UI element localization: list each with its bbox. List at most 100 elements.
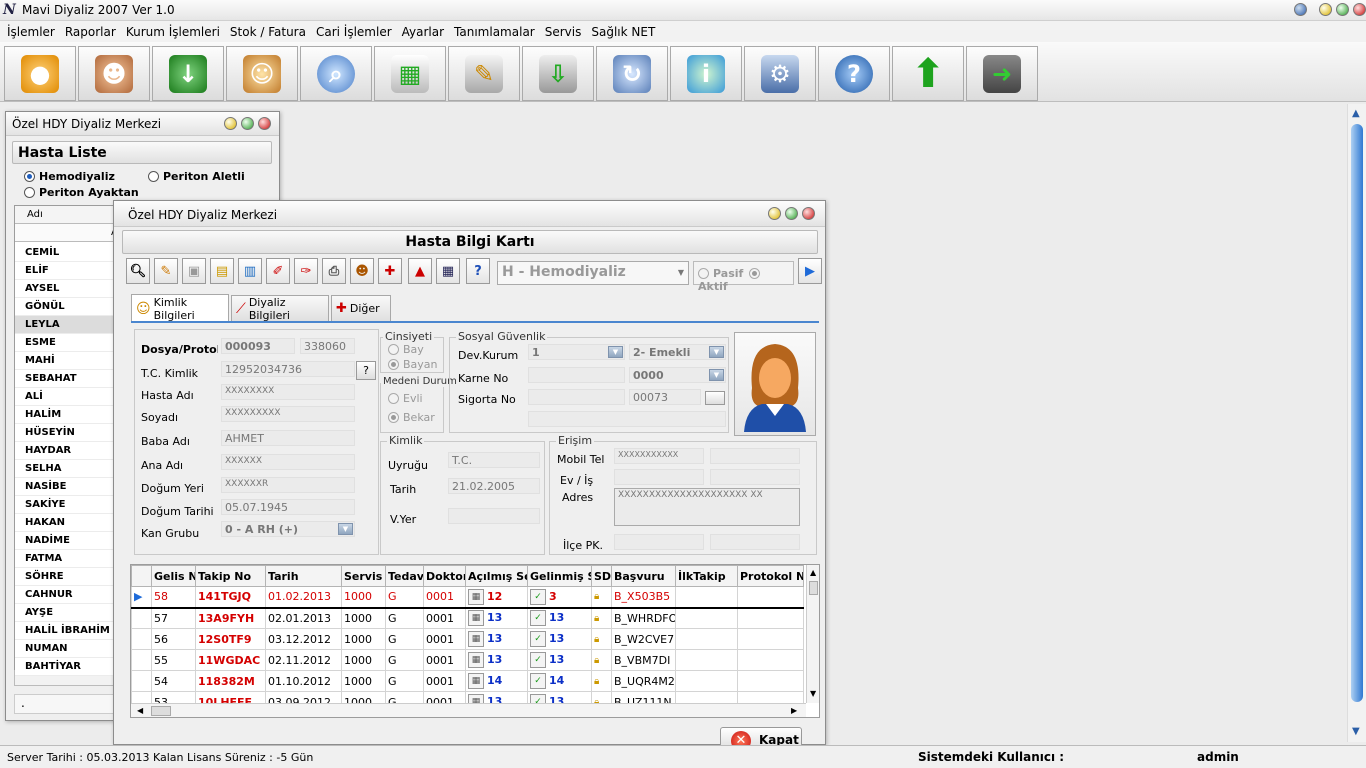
patient-list-row[interactable]: LEYLA: [15, 316, 119, 334]
cell-doktor[interactable]: 0001: [423, 670, 466, 692]
patient-list-row[interactable]: SAKİYE: [15, 496, 119, 514]
patient-list-row[interactable]: NASİBE: [15, 478, 119, 496]
cell-takip[interactable]: 13A9FYH: [195, 607, 266, 629]
menu-saglik-net[interactable]: Sağlık NET: [586, 25, 660, 39]
cell-doktor[interactable]: 0001: [423, 649, 466, 671]
field-hasta-adi[interactable]: XXXXXXXX: [221, 384, 355, 400]
patient-list-row[interactable]: ESME: [15, 334, 119, 352]
cell-tarih[interactable]: 01.02.2013: [265, 586, 342, 608]
select-kan-grubu[interactable]: 0 - A RH (+) ▼: [221, 521, 355, 537]
cell-gelis[interactable]: 54: [151, 670, 196, 692]
toolbar-button-lab-info[interactable]: i: [670, 46, 742, 101]
menu-kurum-islemleri[interactable]: Kurum İşlemleri: [121, 25, 225, 39]
app-maximize-button[interactable]: [1336, 3, 1349, 16]
cell-prot[interactable]: [737, 586, 804, 608]
field-uyrugu[interactable]: T.C.: [448, 452, 540, 468]
field-ev-tel[interactable]: [614, 469, 704, 485]
card-medical-button[interactable]: ✚: [378, 258, 402, 284]
column-header[interactable]: Açılmış Seans: [465, 565, 528, 587]
field-dosya-no[interactable]: 000093: [221, 338, 295, 354]
card-help-button[interactable]: ?: [466, 258, 490, 284]
patient-list-row[interactable]: CEMİL: [15, 244, 119, 262]
cell-ilk[interactable]: [675, 586, 738, 608]
card-notes-button[interactable]: ▤: [210, 258, 234, 284]
column-header[interactable]: Takip No: [195, 565, 266, 587]
radio-bekar[interactable]: Bekar: [388, 411, 435, 424]
scroll-up-arrow-icon[interactable]: ▲: [1352, 108, 1360, 119]
field-is-tel[interactable]: [710, 469, 800, 485]
cell-prot[interactable]: [737, 649, 804, 671]
column-header[interactable]: Tedavi: [385, 565, 424, 587]
maximize-button[interactable]: [785, 207, 798, 220]
visits-hscrollbar[interactable]: ◀ ▶: [131, 703, 806, 717]
minimize-button[interactable]: [224, 117, 237, 130]
toolbar-button-download-tray[interactable]: ⇩: [522, 46, 594, 101]
toolbar-button-globe-download[interactable]: ↓: [152, 46, 224, 101]
field-dogum-tarihi[interactable]: 05.07.1945: [221, 499, 355, 515]
cell-gelinmis-wrap[interactable]: ✓ 13: [527, 649, 592, 671]
patient-list-row[interactable]: ELİF: [15, 262, 119, 280]
tab-kimlik-bilgileri[interactable]: ☺ Kimlik Bilgileri: [131, 294, 229, 322]
cell-acilmis-wrap[interactable]: ▦ 12: [465, 586, 528, 608]
radio-pasif[interactable]: [698, 268, 709, 279]
scroll-left-arrow-icon[interactable]: ◀: [137, 706, 143, 715]
cell-tarih[interactable]: 01.10.2012: [265, 670, 342, 692]
cell-prot[interactable]: [737, 628, 804, 650]
scroll-up-arrow-icon[interactable]: ▲: [810, 568, 816, 577]
cell-tarih[interactable]: 02.01.2013: [265, 607, 342, 629]
app-minimize-button[interactable]: [1319, 3, 1332, 16]
menu-stok-fatura[interactable]: Stok / Fatura: [225, 25, 311, 39]
cell-gelinmis-wrap[interactable]: ✓ 13: [527, 607, 592, 629]
visit-row[interactable]: 55 11WGDAC 02.11.2012 1000 G 0001 ▦ 13 ✓ 13 🔒︎ B_VB…: [131, 649, 804, 671]
cell-servis[interactable]: 1000: [341, 649, 386, 671]
cell-tedavi[interactable]: G: [385, 649, 424, 671]
column-header[interactable]: Başvuru: [611, 565, 676, 587]
radio-periton-aletli[interactable]: Periton Aletli: [148, 170, 245, 183]
patient-list-row[interactable]: HAKAN: [15, 514, 119, 532]
tab-diyaliz-bilgileri[interactable]: ⟋ Diyaliz Bilgileri: [231, 295, 329, 322]
scroll-thumb[interactable]: [1351, 124, 1363, 702]
column-header[interactable]: Servis: [341, 565, 386, 587]
cell-servis[interactable]: 1000: [341, 670, 386, 692]
cell-gelis[interactable]: 55: [151, 649, 196, 671]
field-tarih[interactable]: 21.02.2005: [448, 478, 540, 494]
scroll-thumb[interactable]: [809, 581, 818, 595]
cell-tedavi[interactable]: G: [385, 586, 424, 608]
patient-list-row[interactable]: SELHA: [15, 460, 119, 478]
cell-tarih[interactable]: 03.12.2012: [265, 628, 342, 650]
maximize-button[interactable]: [241, 117, 254, 130]
card-person-button[interactable]: ☻: [350, 258, 374, 284]
field-soyadi[interactable]: XXXXXXXXX: [221, 406, 355, 422]
card-table-button[interactable]: ▦: [436, 258, 460, 284]
column-header[interactable]: Tarih: [265, 565, 342, 587]
toolbar-button-exit[interactable]: ➜: [966, 46, 1038, 101]
patient-list-row[interactable]: SÖHRE: [15, 568, 119, 586]
field-ilce[interactable]: [614, 534, 704, 550]
radio-evli[interactable]: Evli: [388, 392, 423, 405]
cell-ilk[interactable]: [675, 628, 738, 650]
select-karne[interactable]: 0000 ▼: [629, 367, 726, 383]
cell-prot[interactable]: [737, 670, 804, 692]
toolbar-button-pills[interactable]: ●: [4, 46, 76, 101]
cell-servis[interactable]: 1000: [341, 628, 386, 650]
toolbar-button-group[interactable]: ☺: [226, 46, 298, 101]
tab-diger[interactable]: ✚ Diğer: [331, 295, 391, 321]
cell-gelis[interactable]: 57: [151, 607, 196, 629]
card-cancel-button[interactable]: ✐: [266, 258, 290, 284]
main-vertical-scrollbar[interactable]: ▲ ▼: [1347, 104, 1366, 742]
menu-ayarlar[interactable]: Ayarlar: [397, 25, 449, 39]
scroll-down-arrow-icon[interactable]: ▼: [1352, 726, 1360, 737]
patient-type-select[interactable]: H - Hemodiyaliz ▼: [497, 261, 689, 285]
patient-list-row[interactable]: MAHİ: [15, 352, 119, 370]
visit-row[interactable]: ▶ 58 141TGJQ 01.02.2013 1000 G 0001 ▦ 12 ✓ 3 🔒︎ B_X5…: [131, 586, 804, 608]
cell-takip[interactable]: 12S0TF9: [195, 628, 266, 650]
field-sigorta-blank[interactable]: [528, 389, 625, 405]
toolbar-button-up-arrow[interactable]: ⬆: [892, 46, 964, 101]
field-adres[interactable]: XXXXXXXXXXXXXXXXXXXXX XX: [614, 488, 800, 526]
menu-servis[interactable]: Servis: [540, 25, 587, 39]
card-delete-button[interactable]: ▥: [238, 258, 262, 284]
patient-list-row[interactable]: FATMA: [15, 550, 119, 568]
column-header[interactable]: Gelinmiş Seans: [527, 565, 592, 587]
sd-lock-icon[interactable]: 🔒︎: [591, 670, 612, 692]
cell-takip[interactable]: 141TGJQ: [195, 586, 266, 608]
